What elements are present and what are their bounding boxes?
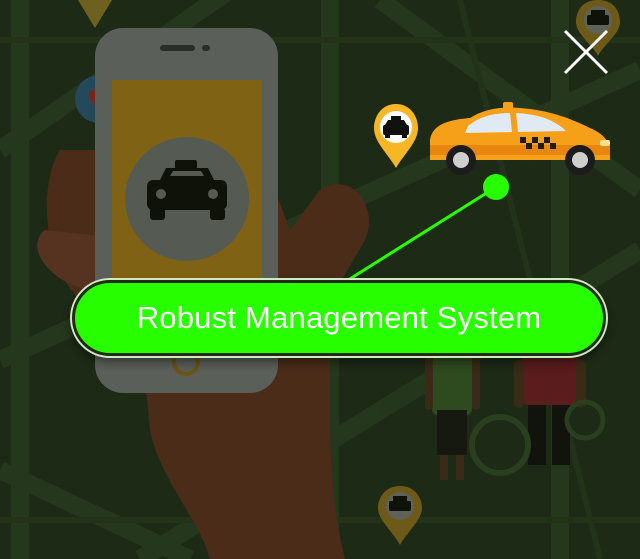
close-button[interactable] xyxy=(562,28,610,76)
feature-label: Robust Management System xyxy=(136,300,542,335)
taxi-location-pin-icon xyxy=(374,104,418,168)
taxi-car-illustration xyxy=(430,102,610,175)
feature-pill-button[interactable]: Robust Management System xyxy=(72,280,606,356)
taxi-pin-icon xyxy=(378,486,422,545)
close-icon xyxy=(563,29,609,75)
map-pin-icon xyxy=(78,0,112,28)
